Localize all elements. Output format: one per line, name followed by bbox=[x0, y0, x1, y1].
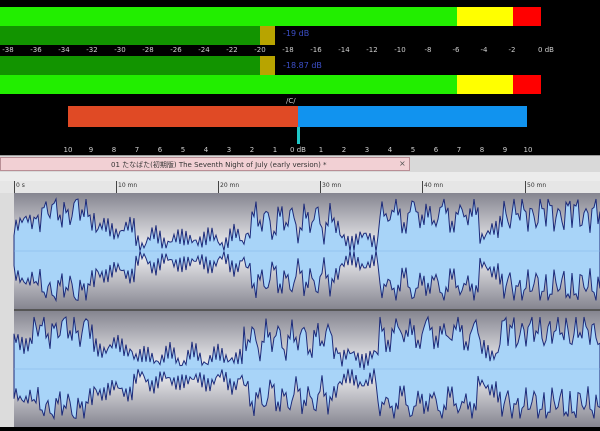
meter-scale-label: -20 bbox=[254, 46, 266, 54]
meter-scale-label: -18 bbox=[282, 46, 294, 54]
balance-scale-label: 7 bbox=[456, 146, 462, 154]
waveform-svg[interactable] bbox=[0, 193, 600, 427]
right-rms-bar bbox=[0, 56, 275, 75]
balance-scale-label: 0 dB bbox=[290, 146, 306, 154]
right-rms-fill bbox=[0, 56, 260, 75]
tab-spacer bbox=[0, 172, 600, 181]
meter-scale-label: -2 bbox=[508, 46, 516, 54]
balance-left-bar bbox=[68, 106, 298, 127]
balance-scale-label: 2 bbox=[341, 146, 347, 154]
ruler-marker-label: 10 mn bbox=[118, 182, 138, 189]
balance-scale-label: 2 bbox=[249, 146, 255, 154]
channel-divider bbox=[0, 309, 600, 311]
meter-scale-label: -6 bbox=[452, 46, 460, 54]
meter-scale-label: -16 bbox=[310, 46, 322, 54]
right-rms-hold bbox=[260, 56, 275, 75]
meter-scale-label: -24 bbox=[198, 46, 210, 54]
balance-scale-label: 3 bbox=[364, 146, 370, 154]
balance-scale-label: 10 bbox=[523, 146, 533, 154]
meter-scale-label: -32 bbox=[86, 46, 98, 54]
document-tab-bar: 01 たなばた(初期版) The Seventh Night of July (… bbox=[0, 155, 600, 172]
ruler-marker-label: 40 mn bbox=[424, 182, 444, 189]
balance-scale-label: 5 bbox=[410, 146, 416, 154]
right-level-green bbox=[0, 75, 457, 94]
waveform-view[interactable] bbox=[0, 193, 600, 427]
balance-scale-label: 4 bbox=[387, 146, 393, 154]
ruler-tick bbox=[422, 181, 423, 193]
meter-scale-label: -4 bbox=[480, 46, 488, 54]
right-level-red bbox=[513, 75, 541, 94]
balance-scale-label: 4 bbox=[203, 146, 209, 154]
left-rms-bar bbox=[0, 26, 275, 45]
meter-scale-label: -38 bbox=[2, 46, 14, 54]
meter-db-scale: -38 -36 -34 -32 -30 -28 -26 -24 -22 -20 -18 -16 -14 -… bbox=[0, 46, 600, 56]
balance-scale-label: 9 bbox=[88, 146, 94, 154]
balance-center-marker bbox=[297, 127, 300, 144]
left-level-bar bbox=[0, 7, 541, 26]
document-tab-title: 01 たなばた(初期版) The Seventh Night of July (… bbox=[111, 161, 327, 169]
balance-scale-label: 9 bbox=[502, 146, 508, 154]
left-peak-readout: -19 dB bbox=[283, 29, 310, 38]
meter-scale-label: -30 bbox=[114, 46, 126, 54]
ruler-tick bbox=[218, 181, 219, 193]
meter-scale-label: 0 dB bbox=[538, 46, 554, 54]
balance-scale-label: 6 bbox=[433, 146, 439, 154]
balance-scale-label: 5 bbox=[180, 146, 186, 154]
ruler-marker-label: 30 mn bbox=[322, 182, 342, 189]
left-level-red bbox=[513, 7, 541, 26]
ruler-tick bbox=[14, 181, 15, 193]
left-level-yellow bbox=[457, 7, 513, 26]
meter-scale-label: -8 bbox=[424, 46, 432, 54]
balance-scale-label: 1 bbox=[318, 146, 324, 154]
meter-scale-label: -36 bbox=[30, 46, 42, 54]
balance-scale-label: 3 bbox=[226, 146, 232, 154]
right-peak-readout: -18.87 dB bbox=[283, 61, 322, 70]
ruler-tick bbox=[320, 181, 321, 193]
left-level-green bbox=[0, 7, 457, 26]
ruler-marker-label: 0 s bbox=[16, 182, 25, 189]
meter-scale-label: -34 bbox=[58, 46, 70, 54]
balance-scale-label: 8 bbox=[479, 146, 485, 154]
close-icon[interactable]: × bbox=[399, 159, 406, 168]
balance-right-bar bbox=[298, 106, 527, 127]
ruler-tick bbox=[525, 181, 526, 193]
ruler-marker-label: 20 mn bbox=[220, 182, 240, 189]
balance-scale-label: 7 bbox=[134, 146, 140, 154]
balance-scale: 10 9 8 7 6 5 4 3 2 1 0 dB 1 2 3 4 5 6 7 8 9 10 bbox=[0, 146, 600, 155]
meter-scale-label: -26 bbox=[170, 46, 182, 54]
meter-scale-label: -12 bbox=[366, 46, 378, 54]
right-level-yellow bbox=[457, 75, 513, 94]
balance-scale-label: 10 bbox=[63, 146, 73, 154]
left-rms-hold bbox=[260, 26, 275, 45]
meter-scale-label: -22 bbox=[226, 46, 238, 54]
balance-scale-label: 1 bbox=[272, 146, 278, 154]
level-meter-panel: -19 dB -38 -36 -34 -32 -30 -28 -26 -24 -22 -20 -18… bbox=[0, 0, 600, 154]
amplitude-ruler bbox=[0, 193, 14, 427]
meter-scale-label: -28 bbox=[142, 46, 154, 54]
balance-symbol: /C/ bbox=[286, 97, 296, 105]
meter-scale-label: -14 bbox=[338, 46, 350, 54]
document-tab[interactable]: 01 たなばた(初期版) The Seventh Night of July (… bbox=[0, 157, 410, 171]
left-rms-fill bbox=[0, 26, 260, 45]
ruler-tick bbox=[116, 181, 117, 193]
balance-scale-label: 8 bbox=[111, 146, 117, 154]
balance-scale-label: 6 bbox=[157, 146, 163, 154]
meter-scale-label: -10 bbox=[394, 46, 406, 54]
ruler-marker-label: 50 mn bbox=[527, 182, 547, 189]
right-level-bar bbox=[0, 75, 541, 94]
